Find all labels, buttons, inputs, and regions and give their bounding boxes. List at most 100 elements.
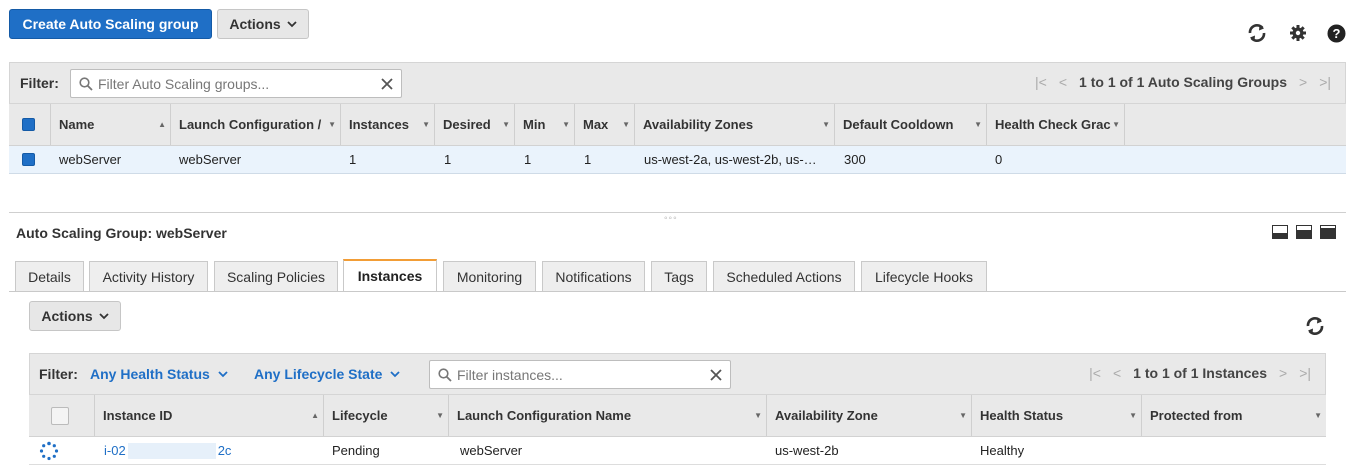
select-all-checkbox[interactable] — [22, 118, 35, 131]
tab-scaling-policies[interactable]: Scaling Policies — [214, 261, 338, 291]
col-health-status[interactable]: Health Status ▼ — [972, 395, 1142, 436]
instances-table-header: Instance ID ▲ Lifecycle ▼ Launch Configura… — [29, 395, 1326, 437]
groups-search-field[interactable] — [70, 69, 402, 98]
prev-page-icon[interactable]: < — [1059, 74, 1067, 90]
instances-search-field[interactable] — [429, 360, 731, 389]
lifecycle-state-dropdown[interactable]: Any Lifecycle State — [254, 366, 401, 382]
health-status-dropdown[interactable]: Any Health Status — [90, 366, 228, 382]
sort-icon: ▼ — [1314, 411, 1322, 420]
sort-asc-icon: ▲ — [158, 120, 166, 129]
instance-id-suffix: 2c — [217, 443, 232, 458]
instances-refresh-icon[interactable] — [1304, 315, 1326, 337]
row-checkbox[interactable] — [22, 153, 35, 166]
col-availability-zones[interactable]: Availability Zones ▼ — [635, 104, 835, 145]
cell-zones: us-west-2a, us-west-2b, us-… — [644, 152, 817, 167]
create-auto-scaling-group-button[interactable]: Create Auto Scaling group — [9, 9, 212, 39]
last-page-icon[interactable]: >| — [1319, 74, 1331, 90]
panel-half-icon[interactable] — [1296, 225, 1312, 239]
col-lifecycle-label: Lifecycle — [332, 408, 388, 423]
instances-filter-bar: Filter: Any Health Status Any Lifecycle … — [29, 353, 1326, 395]
col-desired[interactable]: Desired ▼ — [435, 104, 515, 145]
table-row[interactable]: i-02 2c Pending webServer us-west-2b Hea… — [29, 437, 1326, 465]
col-lifecycle[interactable]: Lifecycle ▼ — [324, 395, 449, 436]
sort-icon: ▼ — [822, 120, 830, 129]
instances-pager-text: 1 to 1 of 1 Instances — [1133, 365, 1267, 381]
cell-launch-config-name: webServer — [460, 443, 523, 458]
instances-select-all-cell — [29, 395, 95, 436]
col-launch-config[interactable]: Launch Configuration / ▼ — [171, 104, 341, 145]
col-instances[interactable]: Instances ▼ — [341, 104, 435, 145]
col-min[interactable]: Min ▼ — [515, 104, 575, 145]
redacted-block — [127, 442, 216, 459]
tab-notifications[interactable]: Notifications — [542, 261, 645, 291]
refresh-icon[interactable] — [1246, 22, 1268, 44]
tab-lifecycle-hooks[interactable]: Lifecycle Hooks — [861, 261, 987, 291]
gear-icon[interactable] — [1287, 22, 1309, 44]
search-icon — [438, 367, 452, 382]
col-max[interactable]: Max ▼ — [575, 104, 635, 145]
panel-full-icon[interactable] — [1320, 225, 1336, 239]
col-cooldown-label: Default Cooldown — [843, 117, 954, 132]
sort-icon: ▼ — [502, 120, 510, 129]
cell-name: webServer — [59, 152, 122, 167]
tab-monitoring[interactable]: Monitoring — [443, 261, 536, 291]
clear-icon[interactable] — [381, 77, 393, 90]
cell-cooldown: 300 — [844, 152, 866, 167]
resize-handle-icon[interactable]: ◦◦◦ — [664, 213, 678, 224]
tab-activity-history[interactable]: Activity History — [89, 261, 208, 291]
instances-search-input[interactable] — [457, 366, 710, 383]
groups-table-header: Name ▲ Launch Configuration / ▼ Instances ▼… — [9, 104, 1346, 146]
actions-dropdown-button[interactable]: Actions — [217, 9, 309, 39]
groups-pager: |< < 1 to 1 of 1 Auto Scaling Groups > >… — [1035, 74, 1331, 90]
clear-icon[interactable] — [710, 368, 722, 381]
groups-search-input[interactable] — [98, 75, 381, 92]
chevron-down-icon — [218, 370, 228, 377]
help-icon[interactable]: ? — [1325, 22, 1347, 44]
svg-text:?: ? — [1332, 26, 1340, 41]
prev-page-icon[interactable]: < — [1113, 365, 1121, 381]
panel-layout-icons — [1272, 225, 1336, 239]
sort-asc-icon: ▲ — [311, 411, 319, 420]
sort-icon: ▼ — [422, 120, 430, 129]
col-max-label: Max — [583, 117, 609, 132]
col-instance-id[interactable]: Instance ID ▲ — [95, 395, 324, 436]
tabs-baseline — [9, 291, 1346, 292]
sort-icon: ▼ — [328, 120, 336, 129]
instance-id-link[interactable]: i-02 2c — [104, 437, 231, 464]
col-zones-label: Availability Zones — [643, 117, 754, 132]
last-page-icon[interactable]: >| — [1299, 365, 1311, 381]
next-page-icon[interactable]: > — [1299, 74, 1307, 90]
col-name-label: Name — [59, 117, 95, 132]
cell-launch-config: webServer — [179, 152, 242, 167]
search-icon — [79, 76, 93, 91]
instances-pager: |< < 1 to 1 of 1 Instances > >| — [1089, 365, 1311, 381]
first-page-icon[interactable]: |< — [1035, 74, 1047, 90]
instances-select-all-checkbox[interactable] — [51, 406, 69, 425]
cell-max: 1 — [584, 152, 592, 167]
col-protected-from[interactable]: Protected from ▼ — [1142, 395, 1326, 436]
col-desired-label: Desired — [443, 117, 491, 132]
sort-icon: ▼ — [1112, 120, 1120, 129]
next-page-icon[interactable]: > — [1279, 365, 1287, 381]
cell-instances: 1 — [349, 152, 357, 167]
tab-details[interactable]: Details — [15, 261, 84, 291]
chevron-down-icon — [287, 20, 297, 27]
instances-actions-button[interactable]: Actions — [29, 301, 121, 331]
col-grace-label: Health Check Grac — [995, 117, 1111, 132]
col-health-check-grace[interactable]: Health Check Grac ▼ — [987, 104, 1125, 145]
panel-bottom-icon[interactable] — [1272, 225, 1288, 239]
tab-instances[interactable]: Instances — [343, 259, 437, 291]
tab-scheduled-actions[interactable]: Scheduled Actions — [713, 261, 855, 291]
col-protected-from-label: Protected from — [1150, 408, 1243, 423]
first-page-icon[interactable]: |< — [1089, 365, 1101, 381]
col-health-status-label: Health Status — [980, 408, 1064, 423]
table-row[interactable]: webServer webServer 1 1 1 1 us-west-2a, … — [9, 146, 1346, 174]
col-launch-config-name[interactable]: Launch Configuration Name ▼ — [449, 395, 767, 436]
col-name[interactable]: Name ▲ — [51, 104, 171, 145]
col-default-cooldown[interactable]: Default Cooldown ▼ — [835, 104, 987, 145]
tab-tags[interactable]: Tags — [651, 261, 707, 291]
sort-icon: ▼ — [754, 411, 762, 420]
actions-label: Actions — [229, 16, 281, 32]
col-launch-config-label: Launch Configuration / — [179, 117, 322, 132]
col-availability-zone[interactable]: Availability Zone ▼ — [767, 395, 972, 436]
